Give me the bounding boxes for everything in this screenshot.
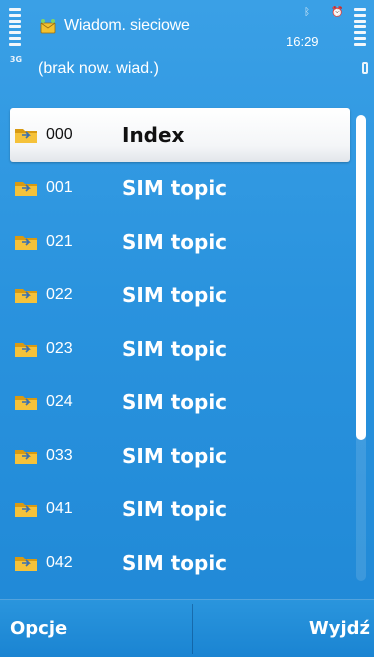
topic-list: 000 Index 001 SIM topic 021 SIM topic 022 SIM t… <box>10 108 350 590</box>
header-title-row: Wiadom. sieciowe <box>38 17 190 35</box>
options-softkey[interactable]: Opcje <box>10 618 67 639</box>
list-item[interactable]: 042 SIM topic <box>10 536 350 590</box>
exit-softkey[interactable]: Wyjdź <box>309 618 370 639</box>
topic-label: SIM topic <box>122 550 228 575</box>
topic-number: 000 <box>46 125 73 143</box>
list-item[interactable]: 022 SIM topic <box>10 269 350 323</box>
topic-number: 024 <box>46 393 73 411</box>
topic-number: 001 <box>46 179 73 197</box>
folder-icon <box>15 396 37 411</box>
topic-label: SIM topic <box>122 390 228 415</box>
scrollbar-thumb[interactable] <box>356 115 366 440</box>
list-item[interactable]: 033 SIM topic <box>10 429 350 483</box>
topic-label: SIM topic <box>122 176 228 201</box>
topic-number: 023 <box>46 339 73 357</box>
folder-icon <box>15 556 37 571</box>
page-title: Wiadom. sieciowe <box>64 17 190 34</box>
topic-number: 022 <box>46 286 73 304</box>
list-item[interactable]: 023 SIM topic <box>10 322 350 376</box>
signal-strength-icon <box>9 8 21 46</box>
network-3g-icon: 3G <box>9 55 23 64</box>
list-item[interactable]: 041 SIM topic <box>10 483 350 537</box>
list-item[interactable]: 024 SIM topic <box>10 376 350 430</box>
battery-icon <box>354 8 366 46</box>
topic-label: SIM topic <box>122 336 228 361</box>
softkey-divider <box>192 604 193 654</box>
topic-number: 021 <box>46 232 73 250</box>
folder-icon <box>15 503 37 518</box>
topic-number: 033 <box>46 446 73 464</box>
folder-icon <box>15 235 37 250</box>
topic-label: SIM topic <box>122 443 228 468</box>
topic-label: SIM topic <box>122 497 228 522</box>
folder-icon <box>15 449 37 464</box>
folder-icon <box>15 182 37 197</box>
status-header: 3G Wiadom. sieciowe (brak now. wiad.) ᛒ … <box>0 0 374 100</box>
alarm-icon: ⏰ <box>331 7 344 18</box>
page-subtitle: (brak now. wiad.) <box>38 60 159 77</box>
folder-icon <box>15 289 37 304</box>
folder-icon <box>15 128 37 143</box>
list-item[interactable]: 021 SIM topic <box>10 215 350 269</box>
topic-number: 041 <box>46 500 73 518</box>
topic-label: Index <box>122 122 185 147</box>
clock: 16:29 <box>286 34 319 49</box>
topic-label: SIM topic <box>122 229 228 254</box>
messages-icon <box>40 19 56 34</box>
softkey-bar: Opcje Wyjdź <box>0 599 374 657</box>
folder-icon <box>15 342 37 357</box>
phone-screen: 3G Wiadom. sieciowe (brak now. wiad.) ᛒ … <box>0 0 374 657</box>
bluetooth-icon: ᛒ <box>304 7 310 18</box>
topic-number: 042 <box>46 553 73 571</box>
battery-indicator-icon <box>362 62 368 74</box>
list-item[interactable]: 001 SIM topic <box>10 162 350 216</box>
topic-label: SIM topic <box>122 283 228 308</box>
list-item[interactable]: 000 Index <box>10 108 350 162</box>
scrollbar[interactable] <box>356 115 366 581</box>
